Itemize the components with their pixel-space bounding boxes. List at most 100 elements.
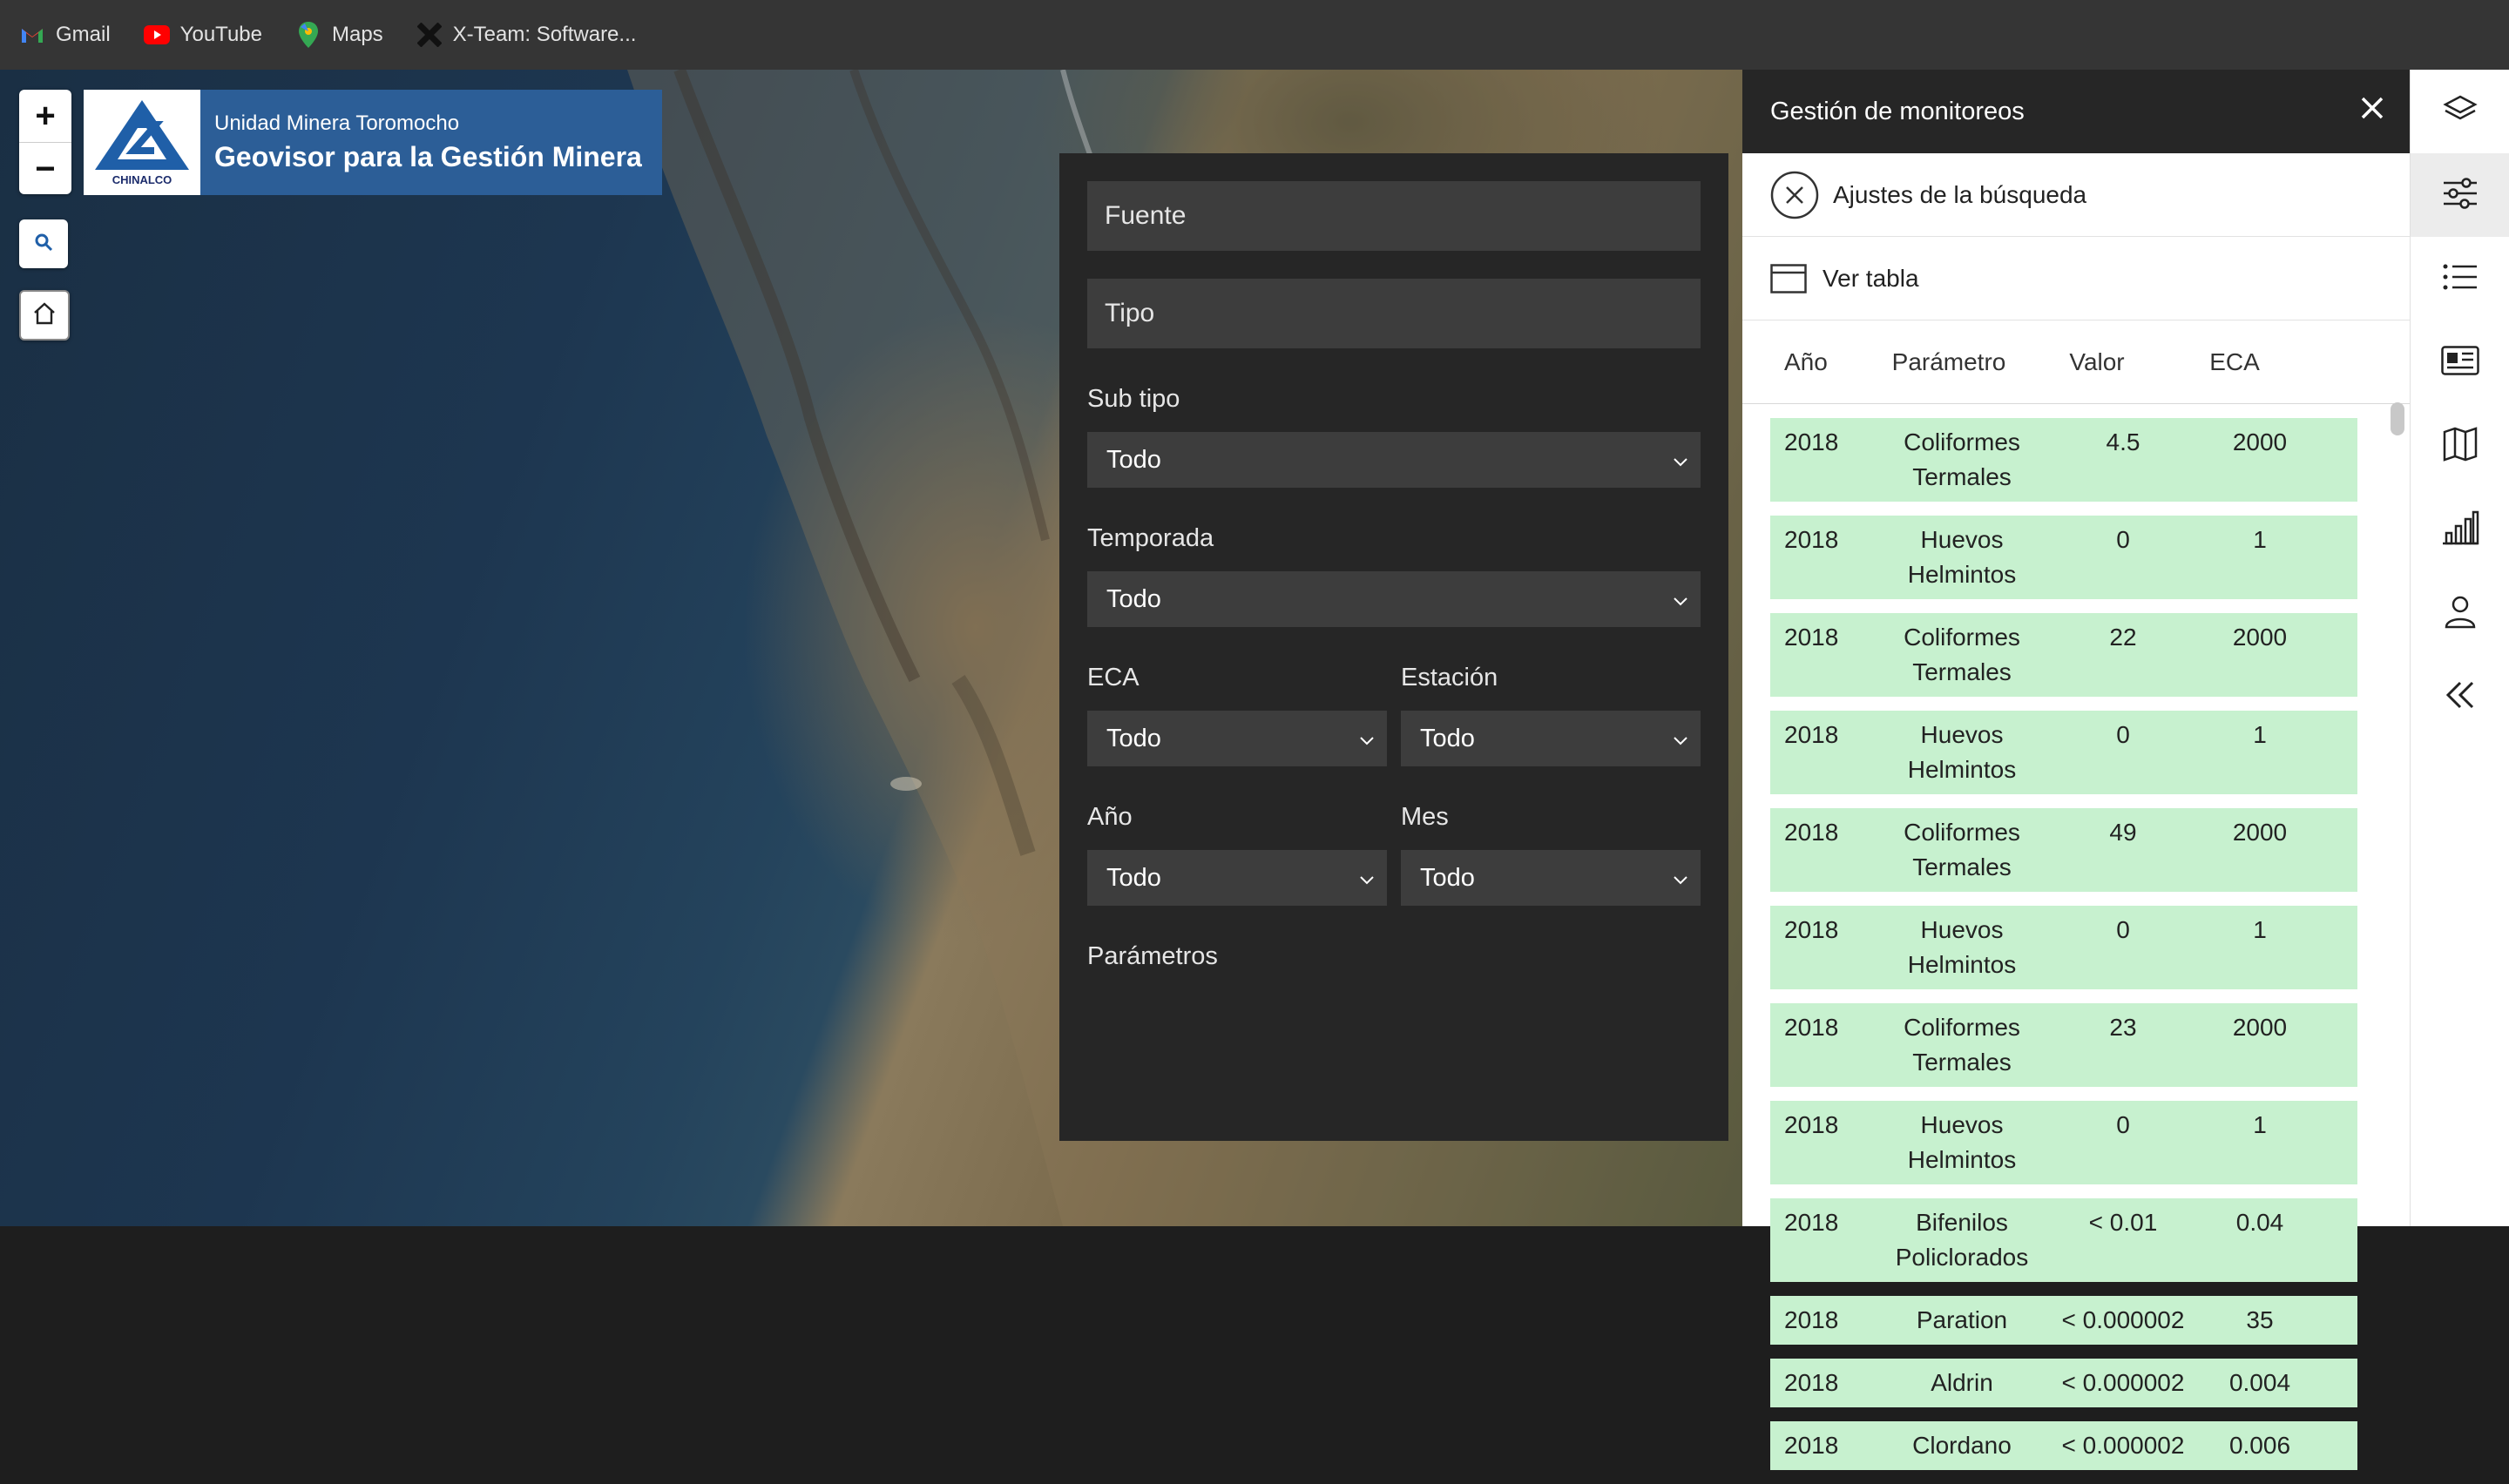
filter-panel: Fuente Tipo Sub tipo Todo Temporada Todo… — [1059, 153, 1728, 1141]
map-search-button[interactable] — [19, 219, 68, 268]
collapse-button[interactable] — [2411, 655, 2509, 739]
zoom-out-button[interactable]: − — [19, 142, 71, 195]
value-cell: 23 — [2109, 1014, 2137, 1041]
close-circle-icon[interactable] — [1770, 171, 1819, 219]
eca-cell: 35 — [2246, 1306, 2274, 1333]
column-header[interactable]: Año — [1770, 348, 1866, 376]
table-row[interactable]: 2018 Aldrin < 0.000002 0.004 — [1770, 1359, 2357, 1407]
mes-select[interactable]: Todo — [1401, 850, 1701, 906]
maps-icon — [295, 22, 321, 48]
list-button[interactable] — [2411, 237, 2509, 320]
eca-cell: 2000 — [2232, 1014, 2288, 1041]
search-settings-label: Ajustes de la búsqueda — [1833, 180, 2087, 208]
tipo-input[interactable]: Tipo — [1087, 279, 1701, 348]
list-icon — [2442, 262, 2479, 296]
chevron-down-icon — [1673, 446, 1688, 475]
parameter-cell: Coliformes Termales — [1904, 819, 2020, 880]
zoom-control: + − — [19, 90, 71, 194]
eca-cell: 1 — [2253, 526, 2267, 553]
bookmarks-bar: Gmail YouTube Maps X-Team: Software... — [0, 0, 2509, 70]
parameter-cell: Huevos Helmintos — [1907, 526, 2017, 588]
bookmark-maps[interactable]: Maps — [295, 22, 383, 48]
chart-button[interactable] — [2411, 488, 2509, 571]
value-cell: < 0.000002 — [2061, 1306, 2185, 1333]
eca-select[interactable]: Todo — [1087, 711, 1387, 766]
news-button[interactable] — [2411, 320, 2509, 404]
table-row[interactable]: 2018 Coliformes Termales 4.5 2000 — [1770, 418, 2357, 502]
bookmark-x-team[interactable]: X-Team: Software... — [416, 22, 636, 48]
table-body: 2018 Coliformes Termales 4.5 2000 2018 Huevos… — [1770, 418, 2357, 1484]
x-team-icon — [416, 22, 443, 48]
table-row[interactable]: 2018 Paration < 0.000002 35 — [1770, 1296, 2357, 1345]
home-button[interactable] — [19, 290, 70, 341]
parameter-cell: Coliformes Termales — [1904, 428, 2020, 490]
year-cell: 2018 — [1784, 1306, 1839, 1333]
anio-value: Todo — [1106, 863, 1161, 892]
parametros-label: Parámetros — [1087, 942, 1218, 970]
eca-cell: 1 — [2253, 1111, 2267, 1138]
year-cell: 2018 — [1784, 526, 1839, 553]
subtipo-select[interactable]: Todo — [1087, 432, 1701, 488]
anio-label: Año — [1087, 803, 1133, 831]
table-header: Año Parámetro Valor ECA — [1742, 320, 2410, 404]
table-row[interactable]: 2018 Huevos Helmintos 0 1 — [1770, 906, 2357, 989]
year-cell: 2018 — [1784, 428, 1839, 455]
brand-title: Geovisor para la Gestión Minera — [214, 141, 642, 172]
filters-button[interactable] — [2411, 153, 2509, 237]
table-row[interactable]: 2018 Clordano < 0.000002 0.006 — [1770, 1421, 2357, 1470]
year-cell: 2018 — [1784, 1209, 1839, 1236]
eca-cell: 2000 — [2232, 624, 2288, 651]
column-header[interactable]: Valor — [2032, 348, 2162, 376]
column-header[interactable]: Parámetro — [1866, 348, 2032, 376]
view-table-label: Ver tabla — [1823, 264, 1919, 292]
eca-cell: 0.04 — [2235, 1209, 2284, 1236]
bar-chart-icon — [2441, 510, 2479, 550]
window-icon — [1770, 263, 1807, 293]
estacion-value: Todo — [1420, 724, 1475, 752]
anio-select[interactable]: Todo — [1087, 850, 1387, 906]
news-icon — [2441, 345, 2479, 380]
table-row[interactable]: 2018 Huevos Helmintos 0 1 — [1770, 1101, 2357, 1184]
map-button[interactable] — [2411, 404, 2509, 488]
eca-cell: 0.004 — [2228, 1369, 2291, 1396]
panel-title: Gestión de monitoreos — [1770, 97, 2025, 125]
bookmark-label: YouTube — [179, 23, 262, 46]
user-button[interactable] — [2411, 571, 2509, 655]
estacion-select[interactable]: Todo — [1401, 711, 1701, 766]
bookmark-gmail[interactable]: Gmail — [19, 22, 111, 48]
eca-cell: 2000 — [2232, 819, 2288, 846]
monitoring-panel: Gestión de monitoreos Ajustes de la búsq… — [1742, 70, 2410, 1470]
sliders-icon — [2442, 177, 2479, 214]
column-header[interactable]: ECA — [2162, 348, 2307, 376]
parameter-cell: Paration — [1916, 1306, 2008, 1333]
value-cell: < 0.000002 — [2061, 1432, 2185, 1459]
fuente-input[interactable]: Fuente — [1087, 181, 1701, 251]
eca-value: Todo — [1106, 724, 1161, 752]
year-cell: 2018 — [1784, 624, 1839, 651]
table-row[interactable]: 2018 Huevos Helmintos 0 1 — [1770, 711, 2357, 794]
table-scrollbar[interactable] — [2391, 402, 2404, 435]
year-cell: 2018 — [1784, 721, 1839, 748]
table-row[interactable]: 2018 Huevos Helmintos 0 1 — [1770, 516, 2357, 599]
temporada-select[interactable]: Todo — [1087, 571, 1701, 627]
eca-cell: 0.006 — [2228, 1432, 2291, 1459]
brand-banner: CHINALCO Unidad Minera Toromocho Geoviso… — [84, 90, 662, 195]
table-row[interactable]: 2018 Coliformes Termales 49 2000 — [1770, 808, 2357, 892]
bookmark-youtube[interactable]: YouTube — [143, 22, 262, 48]
table-row[interactable]: 2018 Coliformes Termales 22 2000 — [1770, 613, 2357, 697]
parameter-cell: Huevos Helmintos — [1907, 721, 2017, 783]
table-row[interactable]: 2018 Coliformes Termales 23 2000 — [1770, 1003, 2357, 1087]
zoom-in-button[interactable]: + — [19, 90, 71, 142]
year-cell: 2018 — [1784, 1014, 1839, 1041]
eca-cell: 1 — [2253, 721, 2267, 748]
map-icon — [2443, 426, 2478, 466]
layers-button[interactable] — [2411, 70, 2509, 153]
year-cell: 2018 — [1784, 1432, 1839, 1459]
close-icon[interactable] — [2359, 95, 2385, 128]
table-row[interactable]: 2018 Bifenilos Policlorados < 0.01 0.04 — [1770, 1198, 2357, 1282]
chevron-down-icon — [1673, 725, 1688, 753]
search-settings-row[interactable]: Ajustes de la búsqueda — [1742, 153, 2410, 237]
chevron-down-icon — [1673, 864, 1688, 893]
view-table-row[interactable]: Ver tabla — [1742, 237, 2410, 320]
value-cell: 0 — [2116, 916, 2130, 943]
